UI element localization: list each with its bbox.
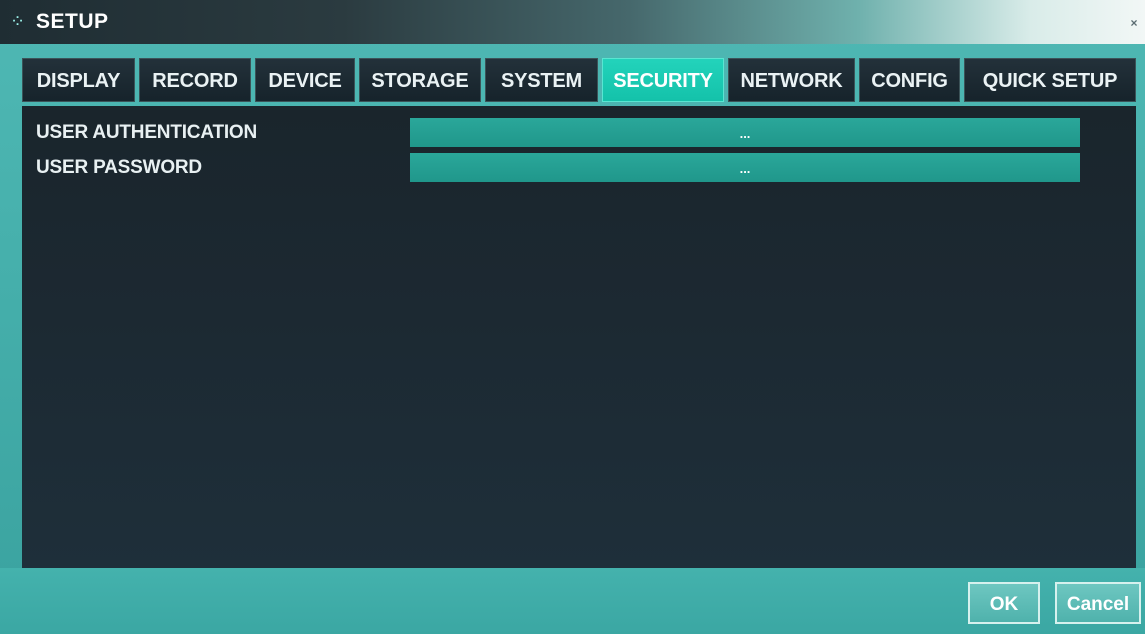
user-authentication-label: USER AUTHENTICATION: [36, 122, 258, 143]
tab-security[interactable]: SECURITY: [602, 58, 724, 102]
tab-quick-setup[interactable]: QUICK SETUP: [964, 58, 1136, 102]
ok-button[interactable]: OK: [968, 582, 1040, 624]
security-settings-panel: USER AUTHENTICATION ... USER PASSWORD ..…: [22, 106, 1136, 568]
title-bar[interactable]: ⁘ SETUP ×: [0, 0, 1145, 44]
cancel-button[interactable]: Cancel: [1055, 582, 1141, 624]
user-password-button[interactable]: ...: [410, 153, 1080, 182]
tab-display[interactable]: DISPLAY: [22, 58, 135, 102]
tab-system[interactable]: SYSTEM: [485, 58, 598, 102]
tab-record[interactable]: RECORD: [139, 58, 251, 102]
tab-bar: DISPLAY RECORD DEVICE STORAGE SYSTEM SEC…: [22, 58, 1136, 104]
setup-window: ⁘ SETUP × DISPLAY RECORD DEVICE STORAGE …: [0, 0, 1145, 634]
tab-device[interactable]: DEVICE: [255, 58, 355, 102]
user-authentication-button[interactable]: ...: [410, 118, 1080, 147]
user-password-label: USER PASSWORD: [36, 157, 202, 178]
tab-config[interactable]: CONFIG: [859, 58, 960, 102]
tab-storage[interactable]: STORAGE: [359, 58, 481, 102]
window-title: SETUP: [36, 10, 109, 33]
setup-icon: ⁘: [10, 11, 26, 32]
close-icon[interactable]: ×: [1127, 16, 1141, 30]
tab-network[interactable]: NETWORK: [728, 58, 855, 102]
